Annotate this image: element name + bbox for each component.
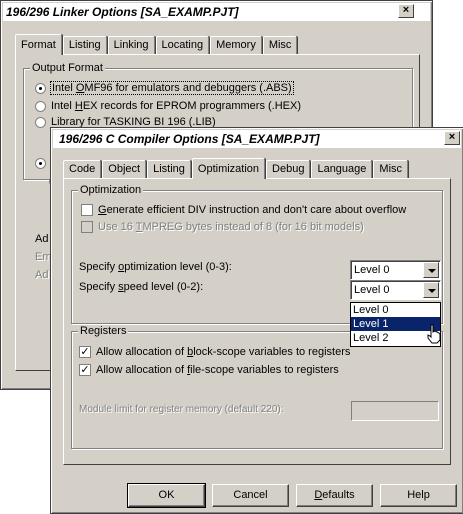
- div-check-label: Generate efficient DIV instruction and d…: [98, 204, 407, 216]
- linker-tab-linking[interactable]: Linking: [107, 36, 155, 54]
- compiler-options-dialog: 196/296 C Compiler Options [SA_EXAMP.PJT…: [50, 127, 463, 514]
- tmpreg-check-label: Use 16 TMPREG bytes instead of 8 (for 16…: [98, 221, 364, 233]
- linker-tab-listing[interactable]: Listing: [62, 36, 107, 54]
- linker-close-icon[interactable]: ×: [398, 4, 414, 18]
- linker-title-bar[interactable]: 196/296 Linker Options [SA_EXAMP.PJT]: [3, 3, 430, 21]
- compiler-close-icon[interactable]: ×: [444, 131, 460, 145]
- cancel-button[interactable]: Cancel: [212, 484, 289, 507]
- opt-level-dropdown-icon[interactable]: [423, 262, 439, 278]
- radio-lib[interactable]: [35, 116, 46, 128]
- omf96-label: Intel OMF96 for emulators and debuggers …: [50, 81, 294, 95]
- compiler-tab-strip: Code Object Listing Optimization Debug L…: [63, 158, 409, 179]
- opt-level-select[interactable]: Level 0: [350, 260, 441, 280]
- linker-tab-locating[interactable]: Locating: [155, 36, 210, 54]
- output-omf96-option[interactable]: Intel OMF96 for emulators and debuggers …: [35, 81, 294, 95]
- linker-tab-memory[interactable]: Memory: [210, 36, 262, 54]
- block-check-label: Allow allocation of block-scope variable…: [96, 346, 351, 358]
- tab-language[interactable]: Language: [311, 160, 373, 178]
- file-check-label: Allow allocation of file-scope variables…: [96, 364, 339, 376]
- div-check-row[interactable]: Generate efficient DIV instruction and d…: [81, 204, 406, 216]
- tab-misc[interactable]: Misc: [373, 160, 409, 178]
- hex-label: Intel HEX records for EPROM programmers …: [51, 100, 302, 112]
- linker-tab-strip: Format Listing Linking Locating Memory M…: [15, 34, 298, 55]
- block-checkbox[interactable]: ✓: [79, 346, 91, 358]
- tmpreg-checkbox: [81, 221, 93, 233]
- opt-level-label: Specify optimization level (0-3):: [79, 261, 232, 273]
- speed-level-select[interactable]: Level 0: [350, 280, 441, 300]
- tab-code[interactable]: Code: [63, 160, 102, 178]
- radio-omf96[interactable]: [35, 82, 46, 94]
- compiler-title-bar[interactable]: 196/296 C Compiler Options [SA_EXAMP.PJT…: [53, 130, 461, 148]
- tab-optimization[interactable]: Optimization: [191, 158, 266, 179]
- registers-label: Registers: [78, 325, 129, 337]
- file-checkbox[interactable]: ✓: [79, 364, 91, 376]
- speed-level-dropdown-icon[interactable]: [423, 282, 439, 298]
- radio-hex[interactable]: [35, 100, 46, 112]
- output-hex-option[interactable]: Intel HEX records for EPROM programmers …: [35, 100, 301, 112]
- div-checkbox[interactable]: [81, 204, 93, 216]
- opt-level-value: Level 0: [354, 264, 390, 276]
- help-button[interactable]: Help: [380, 484, 457, 507]
- radio-partial-4[interactable]: [35, 157, 46, 169]
- linker-tab-misc[interactable]: Misc: [262, 36, 298, 54]
- linker-tab-format[interactable]: Format: [15, 34, 62, 55]
- hand-cursor-icon: [427, 324, 441, 344]
- ok-button[interactable]: OK: [127, 483, 206, 508]
- optimization-label: Optimization: [78, 184, 144, 196]
- tab-listing[interactable]: Listing: [147, 160, 191, 178]
- option-level-0[interactable]: Level 0: [351, 303, 440, 317]
- defaults-button[interactable]: Defaults: [296, 484, 373, 507]
- file-check-row[interactable]: ✓ Allow allocation of file-scope variabl…: [79, 364, 339, 376]
- speed-level-label: Specify speed level (0-2):: [79, 281, 204, 293]
- tab-debug[interactable]: Debug: [266, 160, 311, 178]
- output-format-label: Output Format: [30, 62, 105, 74]
- tmpreg-check-row: Use 16 TMPREG bytes instead of 8 (for 16…: [81, 221, 364, 233]
- linker-side-label-1: Ad: [35, 233, 49, 245]
- module-limit-label: Module limit for register memory (defaul…: [79, 404, 284, 415]
- tab-object[interactable]: Object: [102, 160, 147, 178]
- linker-title: 196/296 Linker Options [SA_EXAMP.PJT]: [6, 5, 239, 19]
- module-limit-input: [351, 401, 439, 421]
- compiler-title: 196/296 C Compiler Options [SA_EXAMP.PJT…: [59, 132, 320, 146]
- speed-level-value: Level 0: [354, 284, 390, 296]
- block-check-row[interactable]: ✓ Allow allocation of block-scope variab…: [79, 346, 350, 358]
- linker-side-label-3: Ad: [35, 269, 49, 281]
